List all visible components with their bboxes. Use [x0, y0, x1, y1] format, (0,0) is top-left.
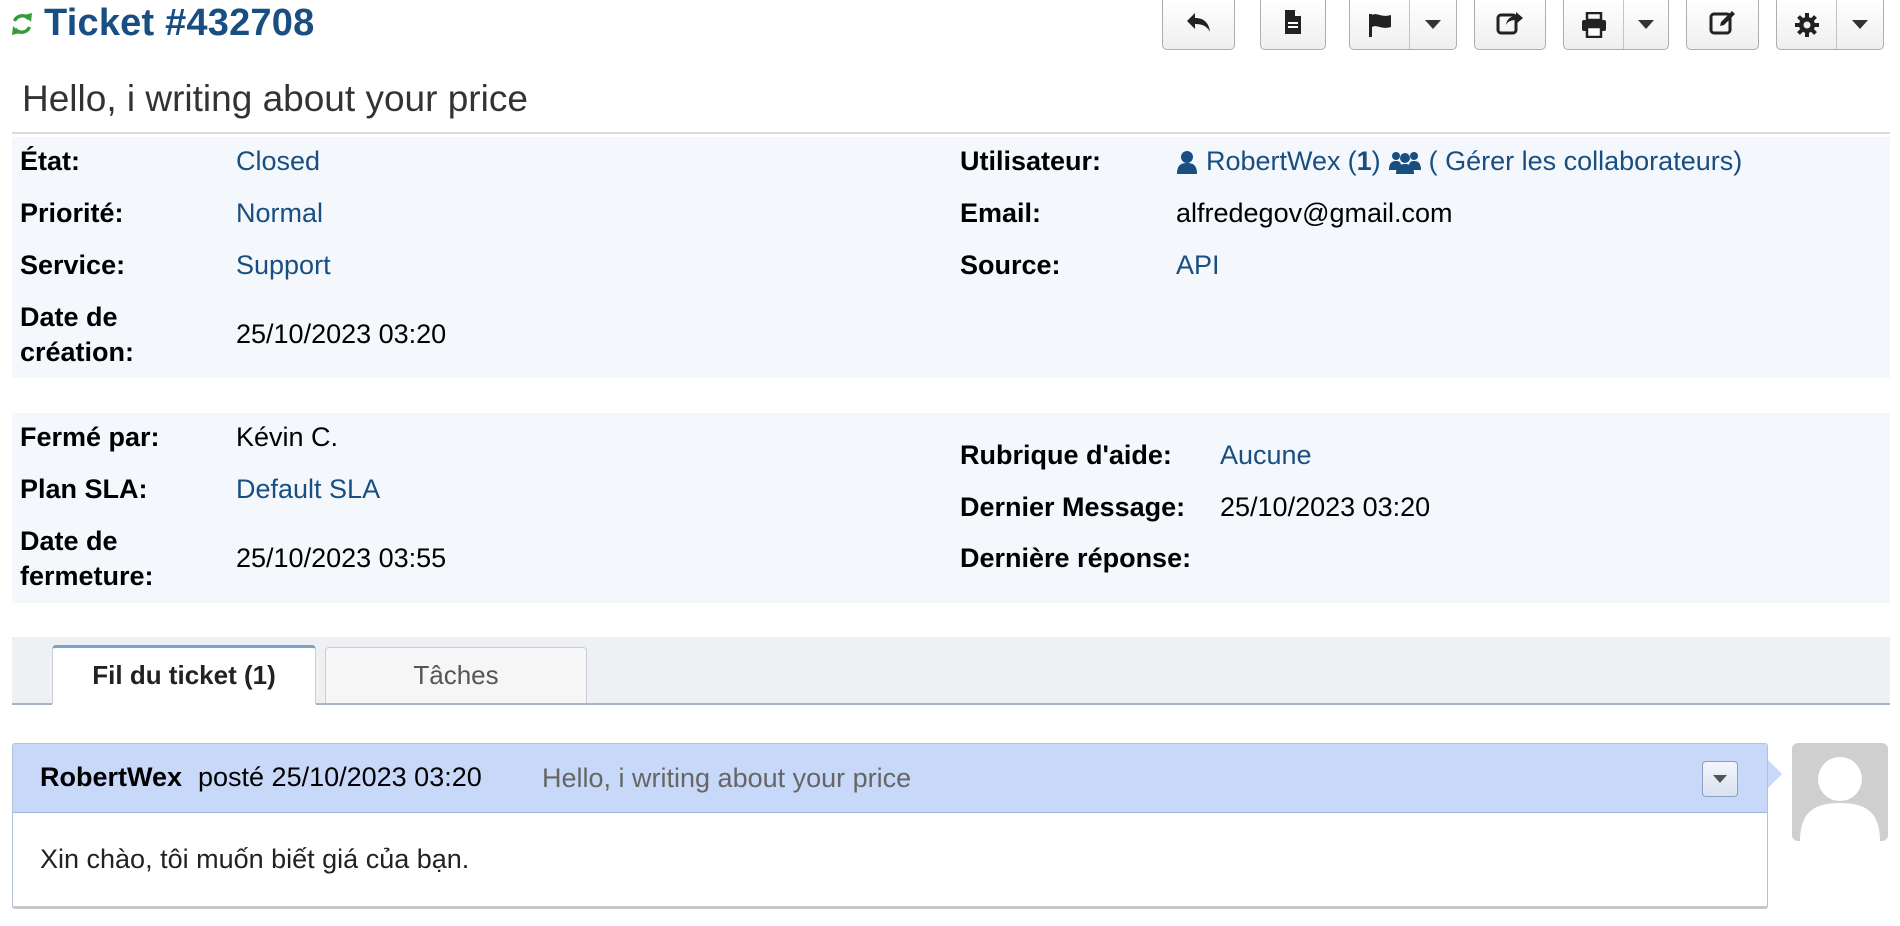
priority-value[interactable]: Normal [236, 196, 323, 231]
email-value: alfredegov@gmail.com [1176, 198, 1453, 228]
user-label: Utilisateur: [960, 146, 1102, 176]
document-icon [1283, 9, 1303, 41]
manage-collaborators-link[interactable]: ( Gérer les collaborateurs) [1429, 144, 1743, 179]
flag-icon[interactable] [1350, 0, 1409, 49]
ticket-info-panel: État: Closed Priorité: Normal Service: S… [12, 137, 1890, 378]
print-icon[interactable] [1564, 0, 1623, 49]
post-note-button[interactable] [1260, 0, 1326, 50]
thread-posted-date: posté 25/10/2023 03:20 [198, 762, 482, 792]
ticket-header: Ticket #432708 [0, 0, 1900, 62]
service-value[interactable]: Support [236, 248, 331, 283]
ticket-title[interactable]: Ticket #432708 [44, 2, 314, 45]
tab-tasks[interactable]: Tâches [325, 647, 587, 703]
edit-button[interactable] [1686, 0, 1759, 50]
created-label-line2: création: [20, 337, 135, 367]
user-count-close: ) [1371, 146, 1381, 176]
user-field: RobertWex ( 1 ) ( Gérer les collaborateu… [1176, 144, 1742, 179]
state-label: État: [20, 146, 80, 176]
print-menu-button[interactable] [1563, 0, 1669, 50]
closed-by-label: Fermé par: [20, 422, 160, 452]
edit-icon [1709, 9, 1737, 41]
chevron-down-icon [1425, 20, 1442, 29]
settings-menu-button[interactable] [1776, 0, 1884, 50]
reply-button[interactable] [1162, 0, 1235, 50]
user-count-open: ( [1347, 146, 1357, 176]
divider [12, 132, 1890, 134]
service-label: Service: [20, 250, 126, 280]
help-topic-label: Rubrique d'aide: [960, 440, 1172, 470]
thread-poster: RobertWex [40, 762, 183, 792]
ticket-closure-panel: Fermé par: Kévin C. Plan SLA: Default SL… [12, 413, 1890, 603]
user-icon [1176, 150, 1198, 174]
settings-dropdown-caret[interactable] [1837, 0, 1883, 49]
transfer-button[interactable] [1474, 0, 1546, 50]
closed-by-value: Kévin C. [236, 422, 339, 452]
user-name-link[interactable]: RobertWex [1206, 144, 1341, 179]
closed-date-label-line1: Date de [20, 526, 118, 556]
state-value[interactable]: Closed [236, 144, 320, 179]
created-value: 25/10/2023 03:20 [236, 319, 447, 349]
thread-message-body: Xin chào, tôi muốn biết giá của bạn. [40, 844, 470, 874]
avatar [1792, 743, 1888, 841]
thread-pointer [1768, 760, 1782, 788]
closed-date-label-line2: fermeture: [20, 561, 154, 591]
last-response-label: Dernière réponse: [960, 543, 1192, 573]
source-value[interactable]: API [1176, 248, 1220, 283]
print-dropdown-caret[interactable] [1624, 0, 1668, 49]
user-ticket-count: 1 [1356, 146, 1372, 176]
reply-icon [1185, 10, 1213, 40]
last-message-label: Dernier Message: [960, 492, 1186, 522]
last-message-value: 25/10/2023 03:20 [1220, 492, 1431, 522]
flag-menu-button[interactable] [1349, 0, 1457, 50]
sla-value[interactable]: Default SLA [236, 472, 380, 507]
thread-actions-button[interactable] [1702, 761, 1738, 797]
thread-entry: RobertWex posté 25/10/2023 03:20 Hello, … [12, 743, 1768, 909]
closed-date-value: 25/10/2023 03:55 [236, 543, 447, 573]
ticket-subject: Hello, i writing about your price [22, 78, 528, 119]
help-topic-value[interactable]: Aucune [1220, 438, 1312, 473]
collaborators-icon[interactable] [1388, 150, 1421, 174]
gear-icon[interactable] [1777, 0, 1836, 49]
refresh-icon[interactable] [10, 10, 34, 38]
flag-dropdown-caret[interactable] [1410, 0, 1456, 49]
created-label-line1: Date de [20, 302, 118, 332]
source-label: Source: [960, 250, 1061, 280]
chevron-down-icon [1852, 20, 1869, 29]
ticket-tabs: Fil du ticket (1) Tâches [12, 637, 1890, 705]
chevron-down-icon [1638, 20, 1655, 29]
thread-entry-header: RobertWex posté 25/10/2023 03:20 Hello, … [13, 744, 1767, 813]
share-icon [1496, 9, 1524, 41]
sla-label: Plan SLA: [20, 474, 148, 504]
chevron-down-icon [1713, 775, 1727, 783]
tab-ticket-thread[interactable]: Fil du ticket (1) [52, 645, 316, 705]
email-label: Email: [960, 198, 1042, 228]
thread-subject: Hello, i writing about your price [542, 763, 912, 793]
priority-label: Priorité: [20, 198, 124, 228]
